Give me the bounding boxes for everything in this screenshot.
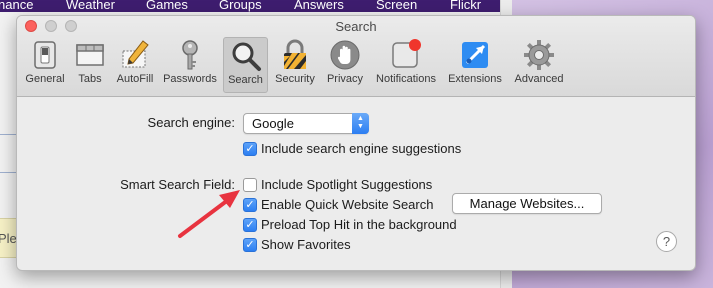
tab-privacy[interactable]: Privacy (323, 37, 367, 93)
preload-label: Preload Top Hit in the background (261, 217, 457, 232)
tabs-icon (76, 44, 104, 66)
tab-tabs[interactable]: Tabs (72, 37, 108, 93)
search-engine-label: Search engine: (147, 115, 235, 130)
background-divider (0, 134, 16, 135)
tab-label: General (25, 73, 65, 85)
manage-websites-button[interactable]: Manage Websites... (452, 193, 602, 214)
background-partial-text: Ple (0, 231, 16, 246)
gear-icon (524, 40, 554, 70)
tab-search[interactable]: Search (223, 37, 268, 93)
nav-item-weather[interactable]: Weather (66, 0, 115, 12)
tab-label: Privacy (326, 73, 364, 85)
tab-label: AutoFill (116, 73, 154, 85)
window-title: Search (335, 19, 377, 34)
spotlight-label: Include Spotlight Suggestions (261, 177, 433, 192)
smart-search-field-label: Smart Search Field: (120, 177, 235, 192)
key-icon (182, 40, 198, 70)
tab-passwords[interactable]: Passwords (163, 37, 217, 93)
tab-security[interactable]: Security (273, 37, 317, 93)
tab-autofill[interactable]: AutoFill (113, 37, 157, 93)
tab-label: Passwords (163, 73, 217, 85)
include-suggestions-label: Include search engine suggestions (261, 141, 462, 156)
help-button[interactable]: ? (656, 231, 677, 252)
search-preferences-pane: Search engine: Google ▲ ▼ ✓ Include searc… (17, 97, 695, 270)
background-divider (0, 172, 16, 173)
preferences-window: Search General Tabs AutoFill Passwords S… (16, 15, 696, 271)
nav-item-finance[interactable]: nance (0, 0, 33, 12)
include-suggestions-checkbox[interactable]: ✓ (243, 142, 257, 156)
chevron-updown-icon: ▲ ▼ (352, 113, 369, 134)
extensions-puzzle-icon (462, 42, 488, 68)
tab-notifications[interactable]: Notifications (376, 37, 436, 93)
tab-label: Security (275, 73, 315, 85)
spotlight-checkbox[interactable] (243, 178, 257, 192)
favorites-label: Show Favorites (261, 237, 351, 252)
preload-checkbox[interactable]: ✓ (243, 218, 257, 232)
tab-label: Search (228, 74, 263, 86)
search-engine-popup[interactable]: Google ▲ ▼ (243, 113, 369, 134)
quick-website-checkbox[interactable]: ✓ (243, 198, 257, 212)
tab-general[interactable]: General (23, 37, 67, 93)
hand-icon (330, 40, 360, 70)
general-switch-icon (34, 41, 56, 69)
favorites-checkbox[interactable]: ✓ (243, 238, 257, 252)
nav-item-groups[interactable]: Groups (219, 0, 262, 12)
nav-item-answers[interactable]: Answers (294, 0, 344, 12)
nav-item-screen[interactable]: Screen (376, 0, 417, 12)
padlock-icon (284, 39, 306, 69)
tab-label: Extensions (448, 73, 502, 85)
background-notice-box: Ple (0, 218, 16, 258)
window-titlebar: Search General Tabs AutoFill Passwords S… (17, 16, 695, 97)
quick-website-label: Enable Quick Website Search (261, 197, 434, 212)
background-nav-bar: nance Weather Games Groups Answers Scree… (0, 0, 512, 12)
tab-label: Advanced (514, 73, 564, 85)
notification-badge-icon (392, 39, 421, 68)
search-engine-value: Google (252, 116, 294, 131)
nav-item-games[interactable]: Games (146, 0, 188, 12)
magnifier-icon (232, 42, 261, 71)
tab-label: Notifications (376, 73, 436, 85)
autofill-pencil-icon (122, 40, 149, 68)
tab-extensions[interactable]: Extensions (448, 37, 502, 93)
tab-advanced[interactable]: Advanced (515, 37, 563, 93)
nav-item-flickr[interactable]: Flickr (450, 0, 481, 12)
